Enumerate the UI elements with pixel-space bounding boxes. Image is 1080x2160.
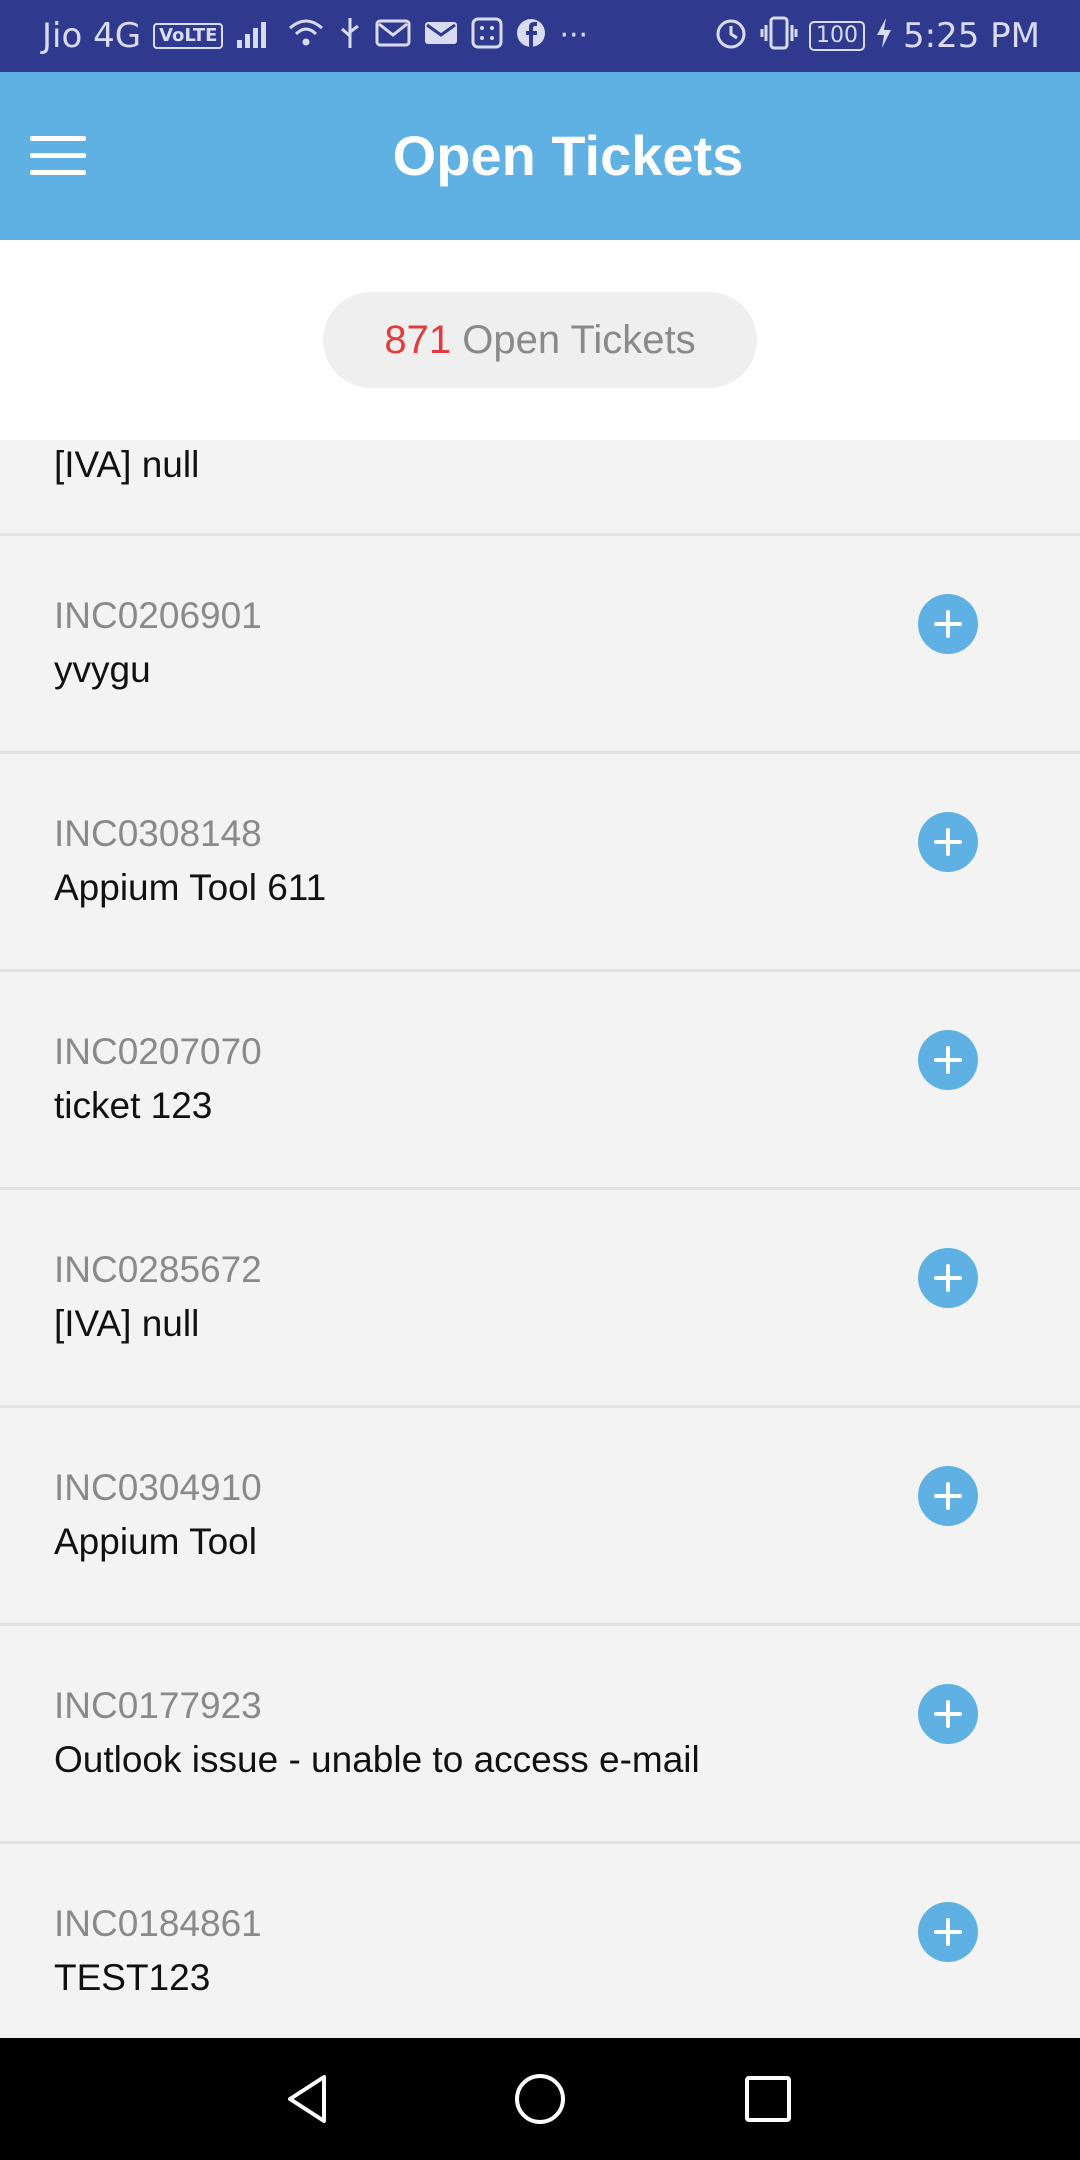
usb-icon [337, 16, 363, 56]
ticket-count-number: 871 [384, 318, 452, 362]
ticket-row[interactable]: INC0206901 yvygu [0, 536, 1080, 754]
ticket-description: TEST123 [54, 1957, 211, 1998]
ticket-description: Outlook issue - unable to access e-mail [54, 1739, 700, 1780]
hamburger-menu-icon[interactable] [30, 136, 86, 176]
charging-icon [875, 17, 893, 55]
recent-apps-icon[interactable] [738, 2069, 798, 2129]
navigation-bar [0, 2038, 1080, 2160]
add-icon[interactable] [918, 1466, 978, 1526]
ticket-description: [IVA] null [54, 1303, 200, 1344]
more-notifications-icon: ··· [559, 18, 589, 53]
ticket-count-pill: 871 Open Tickets [323, 292, 757, 388]
ticket-id: INC0206901 [54, 595, 262, 636]
ticket-description: yvygu [54, 649, 151, 690]
add-icon[interactable] [918, 1902, 978, 1962]
ticket-id: INC0207070 [54, 1031, 262, 1072]
ticket-id: INC0285672 [54, 1249, 262, 1290]
page-title: Open Tickets [392, 124, 744, 187]
add-icon[interactable] [918, 1684, 978, 1744]
alarm-icon [713, 15, 749, 57]
ticket-row[interactable]: INC0304910 Appium Tool [0, 1408, 1080, 1626]
ticket-row[interactable]: INC0207070 ticket 123 [0, 972, 1080, 1190]
ticket-description: [IVA] null [54, 444, 200, 485]
gmail-icon [375, 18, 411, 54]
carrier-label: Jio 4G [42, 16, 142, 56]
facebook-icon [515, 17, 547, 55]
ticket-row[interactable]: INC0177923 Outlook issue - unable to acc… [0, 1626, 1080, 1844]
ticket-description: ticket 123 [54, 1085, 213, 1126]
keypad-app-icon [471, 17, 503, 55]
ticket-row[interactable]: INC0184861 TEST123 [0, 1844, 1080, 2038]
mail-icon [423, 18, 459, 54]
signal-icon [235, 16, 275, 56]
clock-time: 5:25 PM [903, 16, 1040, 56]
ticket-id: INC0184861 [54, 1903, 262, 1944]
ticket-description: Appium Tool 611 [54, 867, 327, 908]
ticket-id: INC0177923 [54, 1685, 262, 1726]
ticket-list: [IVA] null INC0206901 yvygu INC0308148 A… [0, 440, 1080, 2038]
vibrate-icon [759, 15, 799, 57]
status-bar-right: 100 5:25 PM [713, 0, 1040, 72]
status-bar-left: Jio 4G VoLTE ··· [42, 0, 588, 72]
ticket-row[interactable]: INC0308148 Appium Tool 611 [0, 754, 1080, 972]
status-bar: Jio 4G VoLTE ··· 100 5:25 PM [0, 0, 1080, 72]
ticket-count-header: 871 Open Tickets [0, 240, 1080, 440]
battery-indicator: 100 [809, 21, 865, 51]
back-icon[interactable] [278, 2069, 338, 2129]
add-icon[interactable] [918, 594, 978, 654]
add-icon[interactable] [918, 812, 978, 872]
home-icon[interactable] [510, 2069, 570, 2129]
ticket-id: INC0308148 [54, 813, 262, 854]
list-item[interactable]: [IVA] null [0, 440, 1080, 536]
ticket-description: Appium Tool [54, 1521, 257, 1562]
volte-badge: VoLTE [153, 23, 224, 49]
ticket-count-label: Open Tickets [462, 318, 696, 362]
app-bar: Open Tickets [0, 72, 1080, 240]
ticket-id: INC0304910 [54, 1467, 262, 1508]
wifi-icon [287, 16, 325, 56]
add-icon[interactable] [918, 1248, 978, 1308]
add-icon[interactable] [918, 1030, 978, 1090]
ticket-row[interactable]: INC0285672 [IVA] null [0, 1190, 1080, 1408]
